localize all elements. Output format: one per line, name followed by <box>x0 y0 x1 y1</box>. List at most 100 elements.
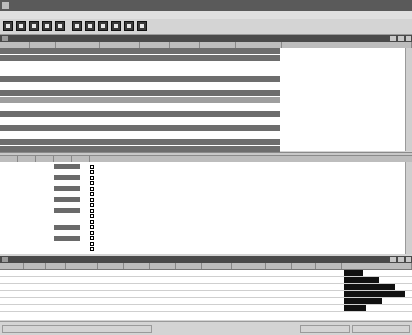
toolbar-button[interactable] <box>85 21 95 31</box>
stats-cell <box>99 298 123 304</box>
packet-row[interactable] <box>0 83 280 89</box>
packet-row[interactable] <box>0 118 280 124</box>
packet-row[interactable] <box>0 55 280 61</box>
packet-pane-title-bar[interactable] <box>0 35 412 42</box>
expand-icon[interactable] <box>90 219 94 224</box>
packet-cell <box>237 118 281 124</box>
expand-icon[interactable] <box>90 164 94 169</box>
protocol-tree-item[interactable] <box>97 236 137 240</box>
protocol-tree-item[interactable] <box>97 181 137 185</box>
expand-icon[interactable] <box>90 230 94 235</box>
protocol-tree-item[interactable] <box>97 203 137 207</box>
toolbar-button[interactable] <box>98 21 108 31</box>
expand-icon[interactable] <box>90 208 94 213</box>
protocol-tree-item[interactable] <box>97 164 137 168</box>
toolbar-button[interactable] <box>72 21 82 31</box>
protocol-tree-item[interactable] <box>97 219 137 223</box>
stats-pane-title-bar[interactable] <box>0 256 412 263</box>
expand-icon[interactable] <box>90 214 94 218</box>
stats-row[interactable] <box>0 298 412 305</box>
protocol-tree-item[interactable] <box>97 170 137 174</box>
expand-icon[interactable] <box>90 181 94 185</box>
stats-row[interactable] <box>0 270 412 277</box>
stats-row[interactable] <box>0 284 412 291</box>
protocol-tree-item[interactable] <box>97 225 137 229</box>
stats-row[interactable] <box>0 305 412 312</box>
packet-cell <box>283 90 411 96</box>
expand-icon[interactable] <box>90 175 94 180</box>
packet-cell <box>57 118 99 124</box>
expand-icon[interactable] <box>90 225 94 229</box>
expand-icon[interactable] <box>90 236 94 240</box>
expand-icon[interactable] <box>90 197 94 202</box>
packet-cell <box>141 111 169 117</box>
packet-row[interactable] <box>0 76 280 82</box>
minimize-icon[interactable] <box>390 36 396 41</box>
packet-cell <box>201 76 235 82</box>
packet-row[interactable] <box>0 62 280 68</box>
toolbar-button[interactable] <box>16 21 26 31</box>
protocol-tree-item[interactable] <box>97 192 137 196</box>
expand-icon[interactable] <box>90 247 94 251</box>
stats-column-header[interactable] <box>66 263 98 269</box>
stats-cell <box>203 284 231 290</box>
packet-row[interactable] <box>0 48 280 54</box>
protocol-tree-item[interactable] <box>97 175 137 179</box>
stats-column-header[interactable] <box>202 263 232 269</box>
stats-column-header[interactable] <box>232 263 266 269</box>
minimize-icon[interactable] <box>390 257 396 262</box>
print-icon <box>101 24 105 28</box>
stats-column-header[interactable] <box>342 263 412 269</box>
menu-bar <box>0 11 412 19</box>
packet-cell <box>237 125 281 131</box>
expand-icon[interactable] <box>90 203 94 207</box>
packet-row[interactable] <box>0 97 280 103</box>
stats-column-header[interactable] <box>176 263 202 269</box>
toolbar-button[interactable] <box>111 21 121 31</box>
stats-column-header[interactable] <box>292 263 316 269</box>
toolbar-button[interactable] <box>55 21 65 31</box>
protocol-tree-item[interactable] <box>97 247 137 251</box>
stats-column-header[interactable] <box>150 263 176 269</box>
stats-row[interactable] <box>0 291 412 298</box>
expand-icon[interactable] <box>90 241 94 246</box>
protocol-tree-item[interactable] <box>97 197 137 201</box>
stats-row[interactable] <box>0 277 412 284</box>
packet-row[interactable] <box>0 132 280 138</box>
toolbar-button[interactable] <box>124 21 134 31</box>
maximize-icon[interactable] <box>398 36 404 41</box>
expand-icon[interactable] <box>90 170 94 174</box>
close-icon[interactable] <box>406 257 411 262</box>
stats-column-header[interactable] <box>46 263 66 269</box>
expand-icon[interactable] <box>90 192 94 196</box>
stats-column-header[interactable] <box>24 263 46 269</box>
protocol-tree-item[interactable] <box>97 214 137 218</box>
stats-column-header[interactable] <box>0 263 24 269</box>
stats-column-header[interactable] <box>98 263 124 269</box>
maximize-icon[interactable] <box>398 257 404 262</box>
packet-row[interactable] <box>0 90 280 96</box>
protocol-tree-item[interactable] <box>97 186 137 190</box>
stats-column-header[interactable] <box>124 263 150 269</box>
hex-bytes <box>54 208 80 213</box>
expand-icon[interactable] <box>90 186 94 191</box>
toolbar-button[interactable] <box>137 21 147 31</box>
toolbar-button[interactable] <box>42 21 52 31</box>
title-bar[interactable] <box>0 0 412 11</box>
packet-row[interactable] <box>0 139 280 145</box>
packet-row[interactable] <box>0 111 280 117</box>
packet-row[interactable] <box>0 69 280 75</box>
protocol-tree-item[interactable] <box>97 241 137 245</box>
stats-column-header[interactable] <box>316 263 342 269</box>
detail-scrollbar[interactable] <box>405 162 412 254</box>
toolbar-button[interactable] <box>3 21 13 31</box>
protocol-tree-item[interactable] <box>97 208 137 212</box>
toolbar-button[interactable] <box>29 21 39 31</box>
close-icon[interactable] <box>406 36 411 41</box>
protocol-tree-item[interactable] <box>97 230 137 234</box>
packet-cell <box>31 69 55 75</box>
packet-row[interactable] <box>0 104 280 110</box>
packet-row[interactable] <box>0 125 280 131</box>
packet-cell <box>141 55 169 61</box>
stats-column-header[interactable] <box>266 263 292 269</box>
